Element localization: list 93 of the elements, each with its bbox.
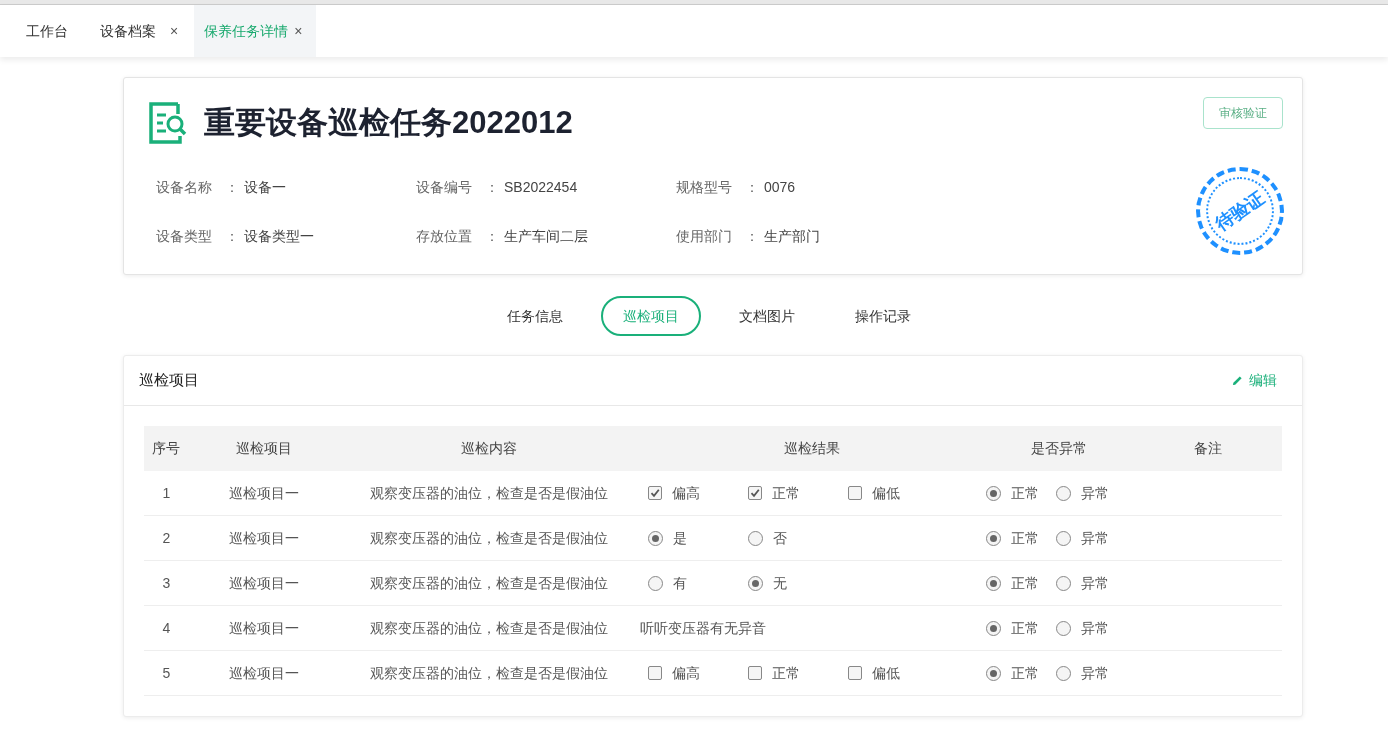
checkbox[interactable] — [647, 666, 662, 680]
option-label: 异常 — [1080, 483, 1109, 503]
table-cell-text: 观察变压器的油位，检查是否是假油位 — [369, 618, 610, 638]
field-label: 使用部门 — [676, 226, 733, 246]
field-label: 规格型号 — [676, 177, 733, 197]
table-cell-text: 观察变压器的油位，检查是否是假油位 — [369, 663, 610, 683]
panel-title: 巡检项目 — [139, 370, 199, 391]
close-icon[interactable]: × — [294, 20, 303, 42]
option-label: 是 — [672, 528, 687, 548]
row-number: 4 — [161, 618, 172, 638]
radio-button[interactable] — [1055, 485, 1071, 501]
field-value: 生产车间二层 — [504, 226, 588, 246]
option-label: 正常 — [1010, 528, 1039, 548]
column-header: 是否异常 — [1029, 439, 1088, 458]
checkbox[interactable] — [747, 666, 762, 680]
column-header: 巡检内容 — [460, 439, 519, 458]
table-cell-text: 观察变压器的油位，检查是否是假油位 — [369, 528, 610, 548]
field-label: 设备类型 — [156, 226, 213, 246]
option-label: 偏低 — [871, 483, 900, 503]
result-text: 听听变压器有无异音 — [639, 618, 766, 638]
field-value: 0076 — [764, 177, 796, 197]
option-label: 偏高 — [671, 483, 700, 503]
field-label: 存放位置 — [416, 226, 473, 246]
option-label: 正常 — [1010, 618, 1039, 638]
option-label: 正常 — [1010, 663, 1039, 683]
field-value: 设备类型一 — [244, 226, 314, 246]
field-value: SB2022454 — [504, 177, 578, 197]
field-value: 设备一 — [244, 177, 286, 197]
radio-button[interactable] — [647, 575, 663, 591]
radio-button[interactable] — [1055, 575, 1071, 591]
radio-button[interactable] — [985, 530, 1001, 546]
option-label: 异常 — [1080, 528, 1109, 548]
checkbox[interactable] — [847, 486, 862, 500]
option-label: 正常 — [771, 483, 800, 503]
row-number: 3 — [161, 573, 172, 593]
radio-button[interactable] — [985, 575, 1001, 591]
field-value: 生产部门 — [764, 226, 820, 246]
table-cell-text: 观察变压器的油位，检查是否是假油位 — [369, 573, 610, 593]
section-tab[interactable]: 文档图片 — [717, 296, 817, 336]
table-cell-text: 巡检项目一 — [227, 573, 300, 593]
option-label: 有 — [672, 573, 687, 593]
table-cell-text: 巡检项目一 — [227, 663, 300, 683]
task-title: 重要设备巡检任务2022012 — [204, 104, 573, 142]
option-label: 异常 — [1080, 618, 1109, 638]
page-tab[interactable]: 保养任务详情 × — [194, 5, 317, 57]
table-cell-text: 巡检项目一 — [227, 483, 300, 503]
column-header: 巡检结果 — [782, 439, 841, 458]
section-tab[interactable]: 操作记录 — [833, 296, 933, 336]
field-label: 设备编号 — [416, 177, 473, 197]
colon: ： — [224, 177, 240, 197]
radio-button[interactable] — [1055, 530, 1071, 546]
radio-button[interactable] — [985, 485, 1001, 501]
option-label: 正常 — [771, 663, 800, 683]
row-number: 2 — [161, 528, 172, 548]
option-label: 正常 — [1010, 483, 1039, 503]
row-number: 1 — [161, 483, 172, 503]
table-cell-text: 观察变压器的油位，检查是否是假油位 — [369, 483, 610, 503]
option-label: 无 — [772, 573, 787, 593]
option-label: 正常 — [1010, 573, 1039, 593]
checkbox[interactable] — [847, 666, 862, 680]
pencil-icon — [1232, 375, 1243, 386]
field-label: 设备名称 — [156, 177, 213, 197]
section-tab[interactable]: 任务信息 — [485, 296, 585, 336]
page-tab[interactable]: 工作台 — [10, 5, 84, 57]
radio-button[interactable] — [1055, 665, 1071, 681]
page-tab[interactable]: 设备档案 × — [84, 5, 195, 57]
radio-button[interactable] — [747, 530, 763, 546]
colon: ： — [224, 226, 240, 246]
pending-stamp: 待验证 — [1196, 167, 1284, 255]
radio-button[interactable] — [985, 620, 1001, 636]
table-cell-text: 巡检项目一 — [227, 618, 300, 638]
option-label: 异常 — [1080, 573, 1109, 593]
option-label: 异常 — [1080, 663, 1109, 683]
column-header: 备注 — [1192, 439, 1223, 458]
radio-button[interactable] — [985, 665, 1001, 681]
radio-button[interactable] — [1055, 620, 1071, 636]
table-cell-text: 巡检项目一 — [227, 528, 300, 548]
colon: ： — [484, 177, 500, 197]
close-icon[interactable]: × — [170, 20, 179, 42]
document-search-icon — [148, 102, 188, 145]
colon: ： — [744, 226, 760, 246]
option-label: 偏高 — [671, 663, 700, 683]
column-header: 巡检项目 — [234, 439, 293, 458]
column-header: 序号 — [151, 439, 182, 458]
option-label: 否 — [772, 528, 787, 548]
colon: ： — [744, 177, 760, 197]
colon: ： — [484, 226, 500, 246]
option-label: 偏低 — [871, 663, 900, 683]
radio-button[interactable] — [747, 575, 763, 591]
checkbox[interactable] — [647, 486, 662, 500]
checkbox[interactable] — [747, 486, 762, 500]
row-number: 5 — [161, 663, 172, 683]
radio-button[interactable] — [647, 530, 663, 546]
